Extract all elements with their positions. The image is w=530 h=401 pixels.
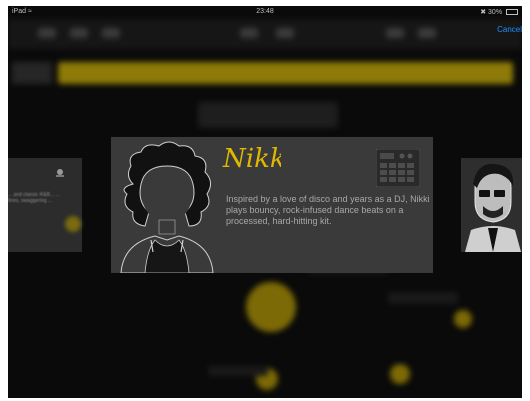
accent-dot <box>65 216 81 232</box>
toolbar-button <box>38 28 56 38</box>
toolbar-button <box>386 28 404 38</box>
toolbar-button <box>102 28 120 38</box>
drum-machine-icon <box>376 149 420 187</box>
drummer-portrait-icon <box>461 158 522 252</box>
status-right: ✖ 30% <box>480 8 518 16</box>
drummer-card-next[interactable] <box>461 158 522 252</box>
cancel-button[interactable]: Cancel <box>497 25 522 34</box>
drummer-description: ... and classic R&B... ... lines, swagge… <box>8 192 60 204</box>
bluetooth-icon: ✖ <box>480 9 487 16</box>
xy-pad-puck <box>246 282 296 332</box>
slider-track <box>388 292 458 304</box>
drummer-card[interactable]: Nikki Inspired by a love of d <box>111 137 433 273</box>
drummer-glyph-icon <box>56 169 64 177</box>
track-header <box>12 62 52 84</box>
toolbar-button <box>418 28 436 38</box>
slider-track <box>208 366 268 376</box>
battery-percent: 30% <box>488 9 503 16</box>
app-screen: iPad ≈ 23:48 ✖ 30% Cancel ... and classi… <box>8 6 522 398</box>
drummer-name-logo: Nikki <box>222 144 281 174</box>
slider-knob <box>390 364 410 384</box>
slider-knob <box>454 310 472 328</box>
toolbar-button <box>276 28 294 38</box>
drummer-name: Nikki <box>222 144 281 174</box>
status-time: 23:48 <box>256 8 274 15</box>
drummer-region <box>58 62 513 84</box>
drummer-card-previous[interactable]: ... and classic R&B... ... lines, swagge… <box>8 158 82 252</box>
toolbar-button <box>240 28 258 38</box>
drummer-description: Inspired by a love of disco and years as… <box>226 194 430 226</box>
toolbar-button <box>70 28 88 38</box>
drummer-portrait-icon <box>120 141 214 273</box>
pattern-box <box>198 102 338 128</box>
status-bar: iPad ≈ 23:48 ✖ 30% <box>8 6 522 19</box>
battery-icon <box>506 9 518 16</box>
